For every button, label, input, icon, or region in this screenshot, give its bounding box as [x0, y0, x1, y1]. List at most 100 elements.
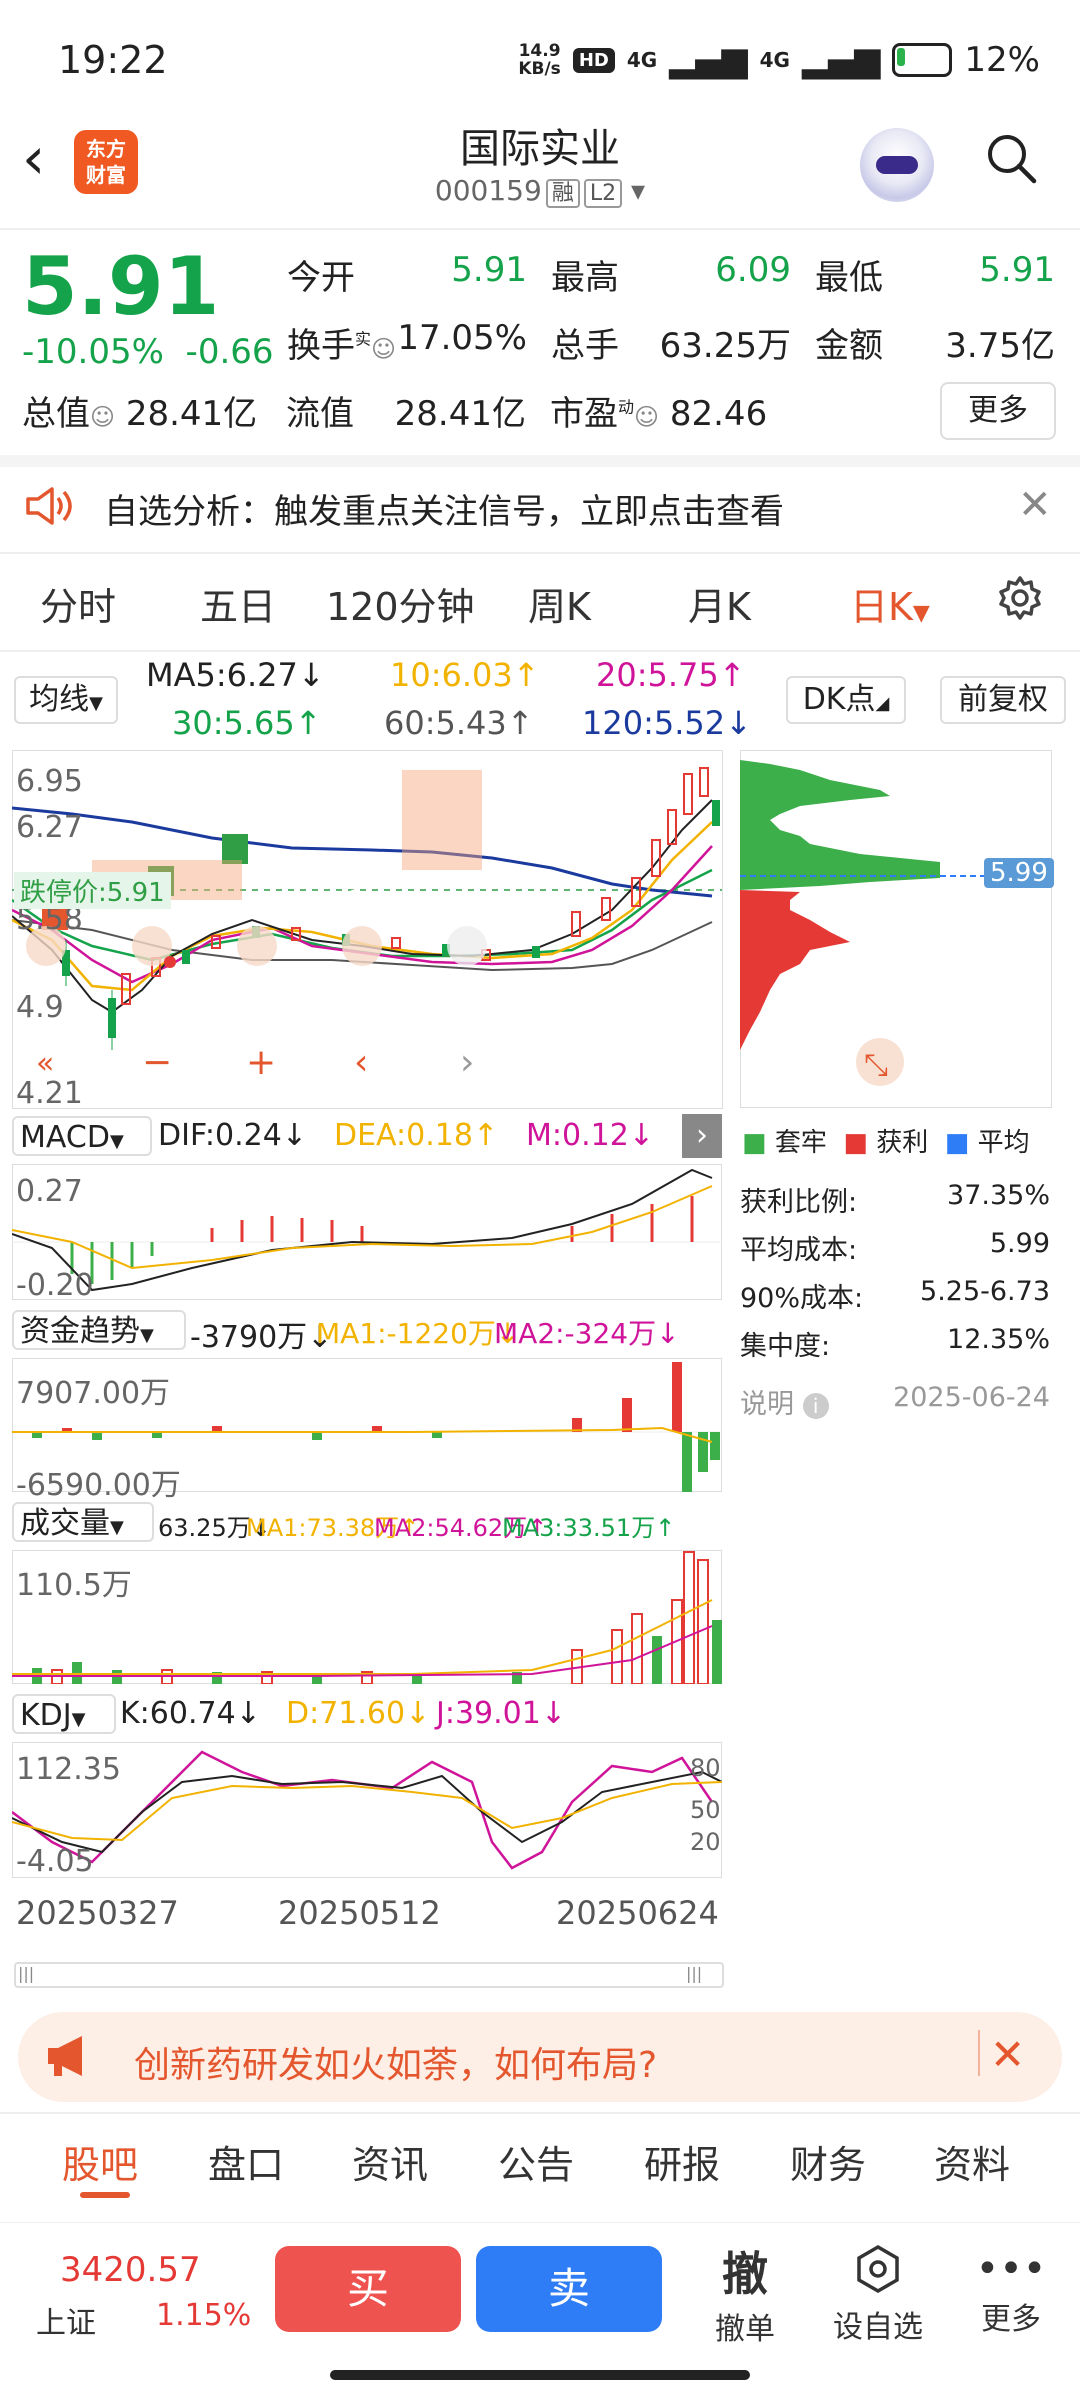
price-change: -10.05% -0.66	[22, 332, 274, 372]
chip-info-row: 平均成本: 5.99	[740, 1228, 1050, 1266]
stock-code: 000159	[434, 174, 542, 207]
tab-news[interactable]: 资讯	[352, 2134, 428, 2189]
kdj-selector[interactable]: KDJ▼	[12, 1694, 116, 1734]
tab-monthly[interactable]: 月K	[688, 576, 751, 631]
kdj-y-top: 112.35	[16, 1752, 121, 1787]
tab-profile[interactable]: 资料	[934, 2134, 1010, 2189]
search-icon[interactable]	[985, 132, 1037, 184]
info-icon: i	[802, 1393, 829, 1419]
assistant-robot-icon[interactable]	[860, 128, 934, 202]
margin-tag: 融	[545, 179, 580, 208]
macd-y-bottom: -0.20	[16, 1268, 94, 1303]
range-scrollbar[interactable]	[14, 1962, 724, 1988]
float-value-label: 流值	[286, 394, 354, 434]
pe-label: 市盈	[550, 394, 618, 434]
zoom-in-icon[interactable]: +	[246, 1042, 276, 1083]
adjust-selector[interactable]: 前复权	[940, 676, 1066, 724]
notice-text[interactable]: 自选分析：触发重点关注信号，立即点击查看	[104, 484, 784, 533]
ma10-value: 10:6.03↑	[390, 656, 540, 694]
scroll-left-icon[interactable]: «	[36, 1046, 54, 1081]
turnover-label: 换手	[287, 326, 355, 366]
tab-pankou[interactable]: 盘口	[208, 2134, 284, 2189]
volume-y-top: 110.5万	[16, 1568, 132, 1603]
total-value: 28.41亿	[125, 394, 258, 434]
more-actions-button[interactable]: ••• 更多	[966, 2244, 1056, 2338]
battery-level: 12%	[964, 40, 1040, 80]
zoom-out-icon[interactable]: −	[142, 1042, 172, 1083]
cancel-order-button[interactable]: 撤撤单	[700, 2238, 790, 2348]
index-name[interactable]: 上证	[36, 2298, 96, 2342]
date-end: 20250624	[556, 1894, 719, 1932]
tab-five-day[interactable]: 五日	[200, 576, 276, 631]
fund-y-top: 7907.00万	[16, 1376, 171, 1411]
fund-trend-selector[interactable]: 资金趋势▼	[12, 1310, 186, 1350]
turnover-value: 17.05%	[397, 318, 527, 358]
battery-icon	[892, 43, 953, 77]
chip-info-row: 获利比例: 37.35%	[740, 1180, 1050, 1218]
buy-button[interactable]: 买	[275, 2246, 461, 2332]
dropdown-icon: ▼	[912, 601, 930, 626]
chip-distribution-chart[interactable]	[740, 750, 1052, 1108]
kdj-d: D:71.60↓	[286, 1696, 431, 1731]
divider	[0, 455, 1080, 467]
promo-text[interactable]: 创新药研发如火如荼，如何布局?	[134, 2036, 657, 2088]
expand-panel-icon[interactable]: ›	[682, 1114, 722, 1158]
status-icons: 14.9 KB/s HD 4G ▂▄▆ 4G ▂▄▆ 12%	[518, 40, 1040, 80]
amount-label: 金额	[815, 326, 883, 366]
next-icon[interactable]: ›	[460, 1042, 474, 1083]
net-speed: 14.9 KB/s	[518, 41, 561, 79]
kdj-level-50: 50	[690, 1796, 721, 1824]
ma-selector[interactable]: 均线▼	[14, 676, 118, 724]
limit-down-price: 跌停价:5.91	[14, 872, 171, 909]
expand-icon[interactable]: ⤡	[864, 1048, 888, 1083]
date-mid: 20250512	[278, 1894, 441, 1932]
speaker-icon	[26, 487, 72, 525]
ma30-value: 30:5.65↑	[172, 704, 322, 742]
close-icon[interactable]: ✕	[990, 2030, 1025, 2079]
macd-y-top: 0.27	[16, 1174, 83, 1209]
kdj-y-bottom: -4.05	[16, 1844, 94, 1879]
index-change[interactable]: 1.15%	[156, 2298, 251, 2333]
tab-announcements[interactable]: 公告	[498, 2134, 574, 2189]
tab-weekly[interactable]: 周K	[528, 576, 591, 631]
ma20-value: 20:5.75↑	[596, 656, 746, 694]
macd-dea: DEA:0.18↑	[334, 1118, 499, 1153]
fund-trend-value: -3790万↓	[190, 1320, 333, 1355]
kdj-level-80: 80	[690, 1754, 721, 1782]
close-icon[interactable]: ✕	[1018, 482, 1052, 528]
hd-icon: HD	[572, 47, 615, 73]
macd-selector[interactable]: MACD▼	[12, 1116, 152, 1156]
tab-finance[interactable]: 财务	[790, 2134, 866, 2189]
add-watchlist-button[interactable]: 设自选	[826, 2244, 930, 2346]
tab-120min[interactable]: 120分钟	[326, 576, 475, 631]
signal-icon-2: 4G	[759, 48, 790, 72]
sell-button[interactable]: 卖	[476, 2246, 662, 2332]
hexagon-icon	[857, 2244, 899, 2294]
volume-selector[interactable]: 成交量▼	[12, 1502, 154, 1542]
tab-guba[interactable]: 股吧	[62, 2134, 138, 2189]
divider	[0, 228, 1080, 230]
fund-y-bottom: -6590.00万	[16, 1468, 181, 1503]
prev-icon[interactable]: ‹	[354, 1042, 368, 1083]
ma120-value: 120:5.52↓	[582, 704, 752, 742]
tab-fenshi[interactable]: 分时	[40, 576, 116, 631]
amount-value: 3.75亿	[945, 326, 1055, 366]
scroll-handle-right[interactable]: |||	[686, 1964, 702, 1983]
chip-info-note[interactable]: 说明 i 2025-06-24	[740, 1382, 1050, 1421]
current-price: 5.91	[22, 240, 220, 333]
settings-gear-icon[interactable]	[996, 574, 1044, 622]
date-start: 20250327	[16, 1894, 179, 1932]
more-button[interactable]: 更多	[940, 382, 1056, 440]
scroll-handle-left[interactable]: |||	[18, 1964, 34, 1983]
chip-info-row: 集中度: 12.35%	[740, 1324, 1050, 1362]
tab-daily[interactable]: 日K▼	[850, 576, 930, 631]
y-axis-2: 6.27	[16, 810, 83, 845]
home-indicator[interactable]	[330, 2370, 750, 2380]
signal-bars-icon-2: ▂▄▆	[801, 40, 881, 80]
tab-research[interactable]: 研报	[644, 2134, 720, 2189]
dk-point-selector[interactable]: DK点◢	[786, 676, 906, 724]
index-value[interactable]: 3420.57	[60, 2250, 201, 2290]
active-tab-indicator	[80, 2192, 130, 2198]
chip-legend: ■ 套牢 ■ 获利 ■ 平均	[742, 1128, 1030, 1158]
quote-row-2: 换手实☺ 17.05% 总手 63.25万 金额 3.75亿	[287, 318, 1055, 366]
